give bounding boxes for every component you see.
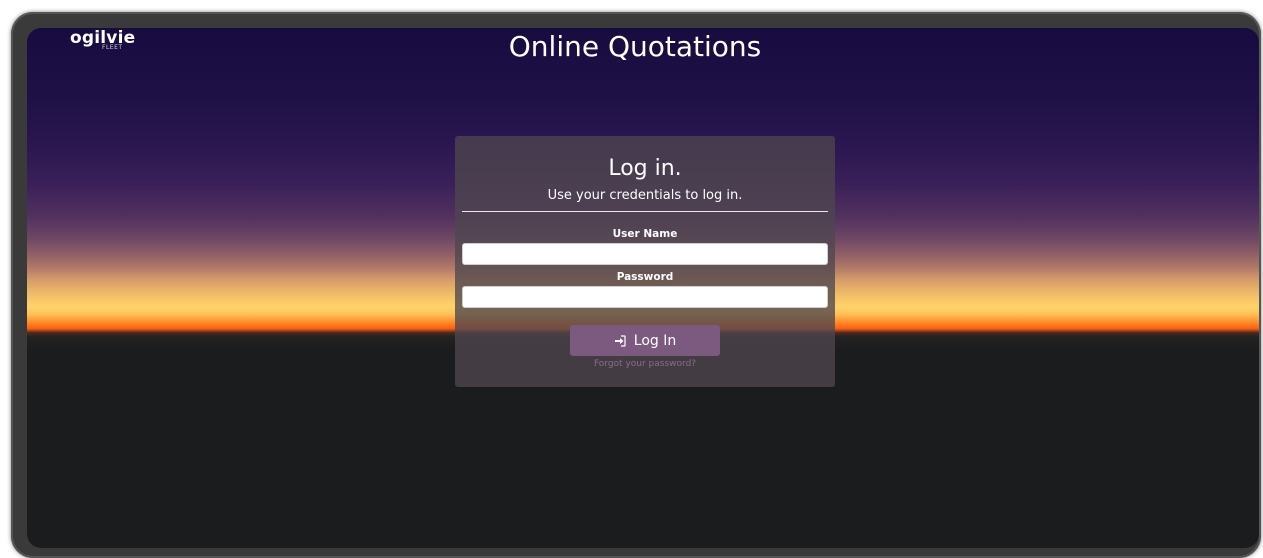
- login-subtitle: Use your credentials to log in.: [547, 188, 743, 203]
- forgot-password-link[interactable]: Forgot your password?: [455, 359, 835, 369]
- divider: [462, 211, 828, 212]
- username-label: User Name: [612, 228, 678, 240]
- page-title: Online Quotations: [508, 30, 762, 63]
- login-button[interactable]: Log In: [570, 325, 720, 356]
- login-title: Log in.: [608, 156, 682, 181]
- sign-in-icon: [614, 334, 626, 347]
- password-input[interactable]: [462, 286, 828, 308]
- username-input[interactable]: [462, 243, 828, 265]
- login-button-label: Log In: [633, 332, 677, 349]
- password-label: Password: [616, 271, 674, 283]
- login-page-background: ogilvie FLEET Online Quotations Log in. …: [27, 28, 1259, 548]
- login-panel: Log in. Use your credentials to log in. …: [455, 136, 835, 387]
- device-frame: ogilvie FLEET Online Quotations Log in. …: [11, 12, 1261, 558]
